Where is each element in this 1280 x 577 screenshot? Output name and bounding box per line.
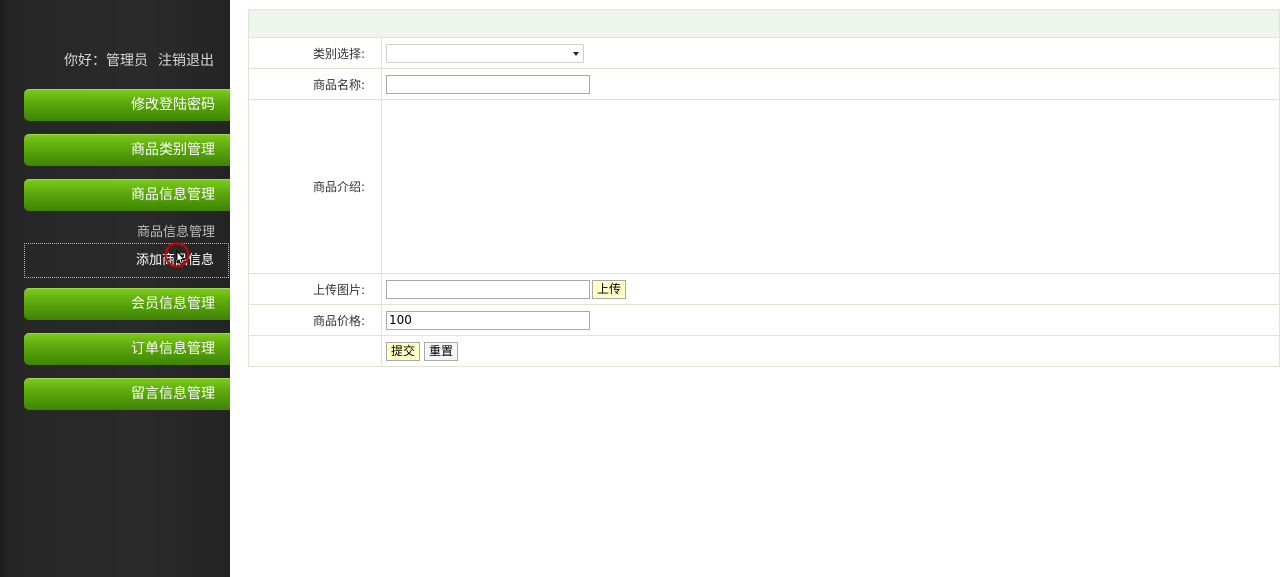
price-input[interactable]: 100 [386, 310, 590, 330]
nav-order-management[interactable]: 订单信息管理 [24, 333, 230, 365]
subnav-product-list[interactable]: 商品信息管理 [137, 221, 215, 240]
name-row: 商品名称: [248, 68, 1280, 100]
subnav-add-product[interactable]: 添加商品信息 [24, 243, 229, 278]
image-path-input[interactable] [386, 279, 590, 299]
user-greeting: 你好：管理员 注销退出 [64, 50, 214, 70]
category-select[interactable] [386, 43, 584, 63]
product-name-input[interactable] [386, 74, 590, 94]
greeting-text: 你好：管理员 [64, 53, 148, 69]
form-header [248, 9, 1280, 38]
description-label: 商品介绍: [248, 99, 382, 274]
nav-message-management[interactable]: 留言信息管理 [24, 378, 230, 410]
price-label: 商品价格: [248, 304, 382, 336]
nav-change-password[interactable]: 修改登陆密码 [24, 89, 230, 121]
upload-button[interactable]: 上传 [592, 279, 627, 299]
reset-button[interactable]: 重置 [424, 341, 459, 361]
actions-row: 提交 重置 [248, 335, 1280, 367]
submit-button[interactable]: 提交 [386, 341, 421, 361]
description-row: 商品介绍: [248, 99, 1280, 274]
name-label: 商品名称: [248, 68, 382, 100]
image-row: 上传图片: 上传 [248, 273, 1280, 305]
nav-category-management[interactable]: 商品类别管理 [24, 134, 230, 166]
main-content: 类别选择: 商品名称: 商品介绍: 上传图片: 上传 商品价格: 100 提交 … [248, 9, 1280, 367]
description-editor[interactable] [381, 99, 1280, 274]
nav-product-management[interactable]: 商品信息管理 [24, 179, 230, 211]
category-label: 类别选择: [248, 37, 382, 69]
logout-link[interactable]: 注销退出 [158, 53, 214, 69]
category-row: 类别选择: [248, 37, 1280, 69]
dropdown-arrow-icon [573, 51, 579, 56]
nav-member-management[interactable]: 会员信息管理 [24, 288, 230, 320]
sidebar: 你好：管理员 注销退出 修改登陆密码 商品类别管理 商品信息管理 商品信息管理 添… [0, 0, 230, 577]
add-product-form: 类别选择: 商品名称: 商品介绍: 上传图片: 上传 商品价格: 100 提交 … [248, 9, 1280, 367]
price-row: 商品价格: 100 [248, 304, 1280, 336]
image-label: 上传图片: [248, 273, 382, 305]
